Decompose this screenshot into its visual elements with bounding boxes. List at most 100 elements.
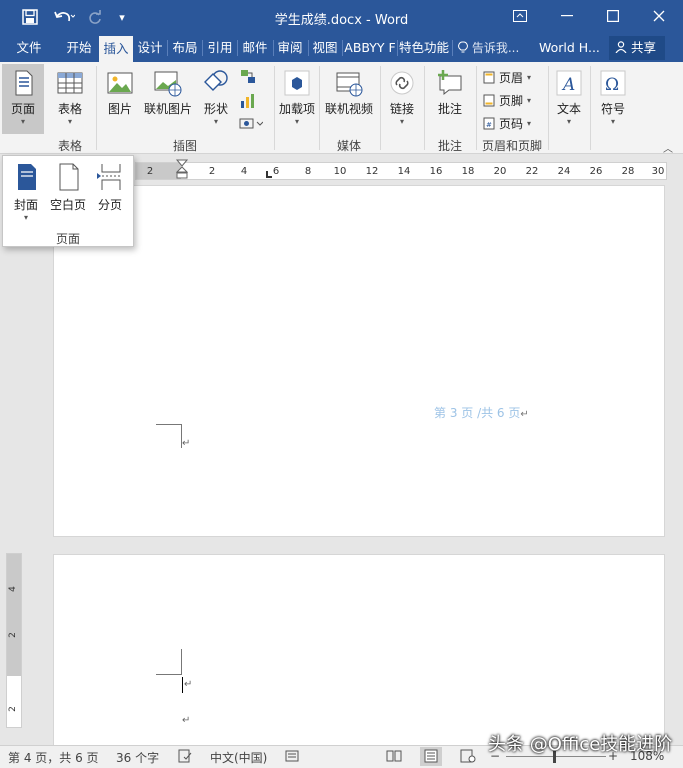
account-name[interactable]: World H... [539, 34, 600, 62]
online-video-label: 联机视频 [324, 102, 373, 116]
blank-page-label: 空白页 [49, 198, 86, 212]
tab-home[interactable]: 开始 [60, 34, 98, 62]
web-layout-icon[interactable] [460, 749, 476, 766]
picture-label: 图片 [107, 102, 132, 116]
tab-separator [167, 40, 168, 56]
comment-icon [435, 68, 465, 98]
blank-page-button[interactable]: 空白页 [47, 162, 89, 213]
header-button[interactable]: 页眉 ▾ [483, 69, 531, 86]
store-icon [282, 68, 312, 98]
tab-references[interactable]: 引用 [204, 34, 236, 62]
share-button[interactable]: 共享 [609, 36, 665, 60]
tab-abbyy[interactable]: ABBYY F [344, 34, 396, 62]
chevron-down-icon: ▾ [527, 118, 532, 128]
tab-view[interactable]: 视图 [309, 34, 341, 62]
pages-button[interactable]: 页面 ▾ [4, 66, 42, 127]
tab-insert[interactable]: 插入 [99, 36, 133, 62]
tab-file[interactable]: 文件 [6, 34, 52, 62]
group-label-header-footer: 页眉和页脚 [481, 139, 542, 153]
page-number-button[interactable]: # 页码 ▾ [483, 115, 531, 132]
macro-record-icon[interactable] [285, 749, 299, 766]
page-break-button[interactable]: 分页 [93, 162, 127, 213]
ruler-tick: 28 [621, 166, 635, 177]
indent-marker-icon[interactable] [175, 159, 189, 184]
tab-review[interactable]: 审阅 [274, 34, 306, 62]
document-page[interactable]: 第 3 页 /共 6 页↵ ↵ [53, 185, 665, 537]
language-status[interactable]: 中文(中国) [210, 749, 267, 766]
screenshot-icon[interactable] [239, 116, 264, 133]
ribbon-tabs: 文件 开始 插入 设计 布局 引用 邮件 审阅 视图 ABBYY F 特色功能 … [0, 34, 683, 62]
horizontal-ruler[interactable]: 2 2 4 6 8 10 12 14 16 18 20 22 24 26 28 … [135, 159, 667, 180]
chevron-down-icon: ▾ [399, 117, 404, 126]
chevron-down-icon: ▾ [213, 117, 218, 126]
tab-layout[interactable]: 布局 [169, 34, 201, 62]
minimize-icon[interactable] [552, 4, 582, 28]
comment-button[interactable]: 批注 [430, 66, 470, 117]
proofing-icon[interactable] [178, 749, 192, 766]
collapse-ribbon-icon[interactable]: ︿ [663, 140, 673, 155]
online-picture-icon [153, 68, 183, 98]
chevron-down-icon: ▾ [566, 117, 571, 126]
group-label-tables: 表格 [57, 139, 82, 153]
tab-stop-icon[interactable] [266, 171, 272, 178]
group-label-comments: 批注 [437, 139, 462, 153]
smartart-icon[interactable] [239, 68, 257, 89]
table-label: 表格 [57, 102, 82, 116]
tab-design[interactable]: 设计 [134, 34, 166, 62]
table-button[interactable]: 表格 ▾ [50, 66, 90, 127]
picture-button[interactable]: 图片 [102, 66, 138, 117]
tell-me-search[interactable]: 告诉我... [458, 34, 519, 62]
pages-label: 页面 [10, 102, 35, 116]
ribbon-display-options-icon[interactable] [505, 4, 535, 28]
online-picture-button[interactable]: 联机图片 [142, 66, 194, 117]
ruler-tick: 14 [397, 166, 411, 177]
ruler-tick: 22 [525, 166, 539, 177]
blank-page-icon [53, 162, 83, 192]
close-icon[interactable] [644, 4, 674, 28]
addins-button[interactable]: 加载项 ▾ [278, 66, 316, 127]
chevron-down-icon: ▾ [610, 117, 615, 126]
chart-icon[interactable] [239, 92, 257, 113]
document-area: 第 3 页 /共 6 页↵ ↵ ↵ ↵ 4 2 2 [0, 185, 683, 754]
chevron-down-icon: ▾ [527, 95, 532, 105]
online-video-button[interactable]: 联机视频 [322, 66, 376, 117]
page-icon [8, 68, 38, 98]
chevron-down-icon: ▾ [23, 213, 28, 222]
symbols-button[interactable]: Ω 符号 ▾ [596, 66, 630, 127]
dropdown-group-label: 页面 [55, 232, 80, 246]
text-box-icon: A [554, 68, 584, 98]
word-count-status[interactable]: 36 个字 [116, 749, 159, 766]
paragraph-mark: ↵ [520, 409, 529, 420]
paragraph-mark: ↵ [182, 438, 191, 449]
footer-button[interactable]: 页脚 ▾ [483, 92, 531, 109]
read-mode-icon[interactable] [386, 749, 402, 766]
shapes-button[interactable]: 形状 ▾ [198, 66, 234, 127]
ruler-tick: 2 [7, 632, 18, 638]
chevron-down-icon: ▾ [67, 117, 72, 126]
group-label-media: 媒体 [336, 139, 361, 153]
text-button[interactable]: A 文本 ▾ [552, 66, 586, 127]
vertical-ruler[interactable]: 4 2 2 [6, 553, 22, 728]
zoom-slider[interactable] [506, 756, 606, 757]
maximize-icon[interactable] [598, 4, 628, 28]
tab-separator [237, 40, 238, 56]
page-footer-text: 第 3 页 /共 6 页↵ [434, 404, 529, 421]
page-number-label: 页码 [499, 117, 524, 131]
ruler-tick: 26 [589, 166, 603, 177]
chevron-down-icon: ▾ [294, 117, 299, 126]
links-button[interactable]: 链接 ▾ [384, 66, 420, 127]
page-count-status[interactable]: 第 4 页，共 6 页 [8, 749, 99, 766]
tab-mailings[interactable]: 邮件 [239, 34, 271, 62]
tab-special-features[interactable]: 特色功能 [398, 34, 450, 62]
print-layout-icon[interactable] [420, 747, 442, 766]
group-separator [380, 66, 381, 150]
ruler-tick: 30 [651, 166, 665, 177]
shapes-icon [201, 68, 231, 98]
table-icon [55, 68, 85, 98]
chevron-down-icon: ▾ [20, 117, 25, 126]
cover-page-label: 封面 [13, 198, 38, 212]
paragraph-mark: ↵ [184, 679, 193, 690]
ruler-tick: 18 [461, 166, 475, 177]
cover-page-button[interactable]: 封面 ▾ [9, 162, 43, 223]
document-page[interactable]: ↵ ↵ [53, 554, 665, 754]
